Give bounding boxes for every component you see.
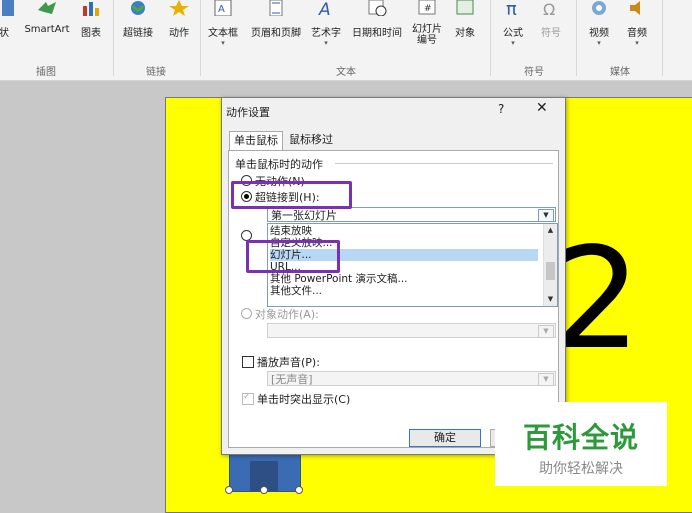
- chevron-down-icon: ▼: [538, 373, 554, 386]
- group-title: 单击鼠标时的动作: [235, 158, 323, 171]
- scroll-down-icon[interactable]: ▼: [545, 294, 556, 305]
- dialog-title: 动作设置: [226, 106, 270, 119]
- separator: [200, 0, 201, 76]
- close-icon[interactable]: ✕: [536, 100, 548, 116]
- header-footer-icon: [269, 0, 283, 16]
- dropdown-arrow-icon: ▾: [511, 39, 515, 47]
- object-action-dropdown[interactable]: ▼: [267, 323, 556, 338]
- tab-mouse-over[interactable]: 鼠标移过: [285, 131, 337, 149]
- highlight-click-label: 单击时突出显示(C): [257, 393, 351, 406]
- svg-text:A: A: [318, 0, 331, 16]
- audio-button[interactable]: 音频 ▾: [622, 0, 652, 48]
- scroll-up-icon[interactable]: ▲: [545, 225, 556, 236]
- datetime-button[interactable]: 日期和时间: [348, 0, 406, 48]
- object-button[interactable]: 对象: [450, 0, 480, 48]
- list-scrollbar[interactable]: ▲ ▼: [543, 224, 557, 306]
- header-footer-button[interactable]: 页眉和页脚: [247, 0, 305, 48]
- svg-text:Ω: Ω: [543, 0, 555, 16]
- watermark-title: 百科全说: [522, 421, 639, 454]
- hyperlink-dropdown[interactable]: 第一张幻灯片 ▼: [267, 207, 556, 222]
- radio-object-action-label: 对象动作(A):: [255, 308, 319, 321]
- symbol-button[interactable]: Ω 符号: [536, 0, 566, 48]
- list-item[interactable]: 其他文件...: [270, 285, 538, 297]
- tab-mouse-click[interactable]: 单击鼠标: [229, 131, 283, 151]
- chart-button[interactable]: 图表: [78, 0, 104, 48]
- equation-button[interactable]: π 公式 ▾: [498, 0, 528, 48]
- textbox-button[interactable]: A 文本框 ▾: [205, 0, 241, 48]
- resize-handle[interactable]: [260, 486, 268, 494]
- wordart-button[interactable]: A 艺术字 ▾: [308, 0, 344, 48]
- scroll-thumb[interactable]: [546, 262, 555, 280]
- group-label-links: 链接: [146, 67, 166, 78]
- hyperlink-value: 第一张幻灯片: [271, 209, 337, 222]
- resize-handle[interactable]: [225, 486, 233, 494]
- textbox-icon: A: [214, 0, 232, 16]
- separator: [113, 0, 114, 76]
- svg-text:A: A: [218, 4, 225, 15]
- slide-number-button[interactable]: # 幻灯片 编号: [410, 0, 444, 48]
- hyperlink-button[interactable]: 超链接: [120, 0, 156, 48]
- help-button[interactable]: ?: [498, 102, 504, 116]
- separator: [490, 0, 491, 76]
- video-icon: [592, 1, 606, 15]
- symbol-icon: Ω: [543, 0, 555, 16]
- radio-object-action[interactable]: [241, 308, 252, 319]
- watermark-subtitle: 助你轻松解决: [539, 461, 623, 477]
- group-divider: [335, 163, 553, 164]
- ok-button[interactable]: 确定: [409, 429, 481, 447]
- slide-number-icon: #: [418, 0, 436, 15]
- dropdown-arrow-icon: ▾: [635, 39, 639, 47]
- group-label-illustrations: 插图: [36, 67, 56, 78]
- group-label-symbols: 符号: [524, 67, 544, 78]
- separator: [662, 0, 663, 76]
- highlight-click-checkbox[interactable]: [242, 392, 254, 405]
- object-icon: [456, 0, 474, 15]
- datetime-icon: [368, 0, 387, 16]
- separator: [576, 0, 577, 76]
- action-icon: [169, 0, 189, 16]
- play-sound-checkbox[interactable]: [242, 356, 254, 368]
- shape-icon: [2, 0, 14, 16]
- audio-icon: [630, 1, 640, 15]
- chevron-down-icon[interactable]: ▼: [538, 209, 554, 222]
- chart-icon: [83, 2, 99, 16]
- wordart-icon: A: [318, 0, 331, 16]
- sound-value: [无声音]: [271, 373, 313, 386]
- group-label-text: 文本: [336, 67, 356, 78]
- dropdown-arrow-icon: ▾: [221, 39, 225, 47]
- dropdown-arrow-icon: ▾: [324, 39, 328, 47]
- highlight-box-hyperlink: [231, 181, 352, 209]
- list-item[interactable]: 其他 PowerPoint 演示文稿...: [270, 273, 538, 285]
- hyperlink-icon: [131, 1, 145, 15]
- equation-icon: π: [506, 0, 517, 16]
- smartart-icon: [38, 2, 56, 14]
- play-sound-label: 播放声音(P):: [257, 356, 320, 369]
- watermark: 百科全说 助你轻松解决: [495, 402, 667, 486]
- highlight-box-slide-item: [246, 240, 340, 273]
- list-item[interactable]: 结束放映: [270, 225, 538, 237]
- resize-handle[interactable]: [295, 486, 303, 494]
- sound-dropdown[interactable]: [无声音] ▼: [267, 371, 556, 386]
- chevron-down-icon: ▼: [538, 325, 554, 338]
- svg-text:#: #: [424, 4, 432, 14]
- action-button[interactable]: 动作: [166, 0, 192, 48]
- group-label-media: 媒体: [610, 67, 630, 78]
- ribbon: 状 SmartArt 图表 超链接 动作 A 文本框 ▾ 页眉和页脚 A 艺术字…: [0, 0, 692, 81]
- dropdown-arrow-icon: ▾: [597, 39, 601, 47]
- svg-text:π: π: [506, 0, 517, 16]
- video-button[interactable]: 视频 ▾: [584, 0, 614, 48]
- shapes-button[interactable]: 状: [0, 0, 14, 48]
- smartart-button[interactable]: SmartArt: [22, 0, 72, 48]
